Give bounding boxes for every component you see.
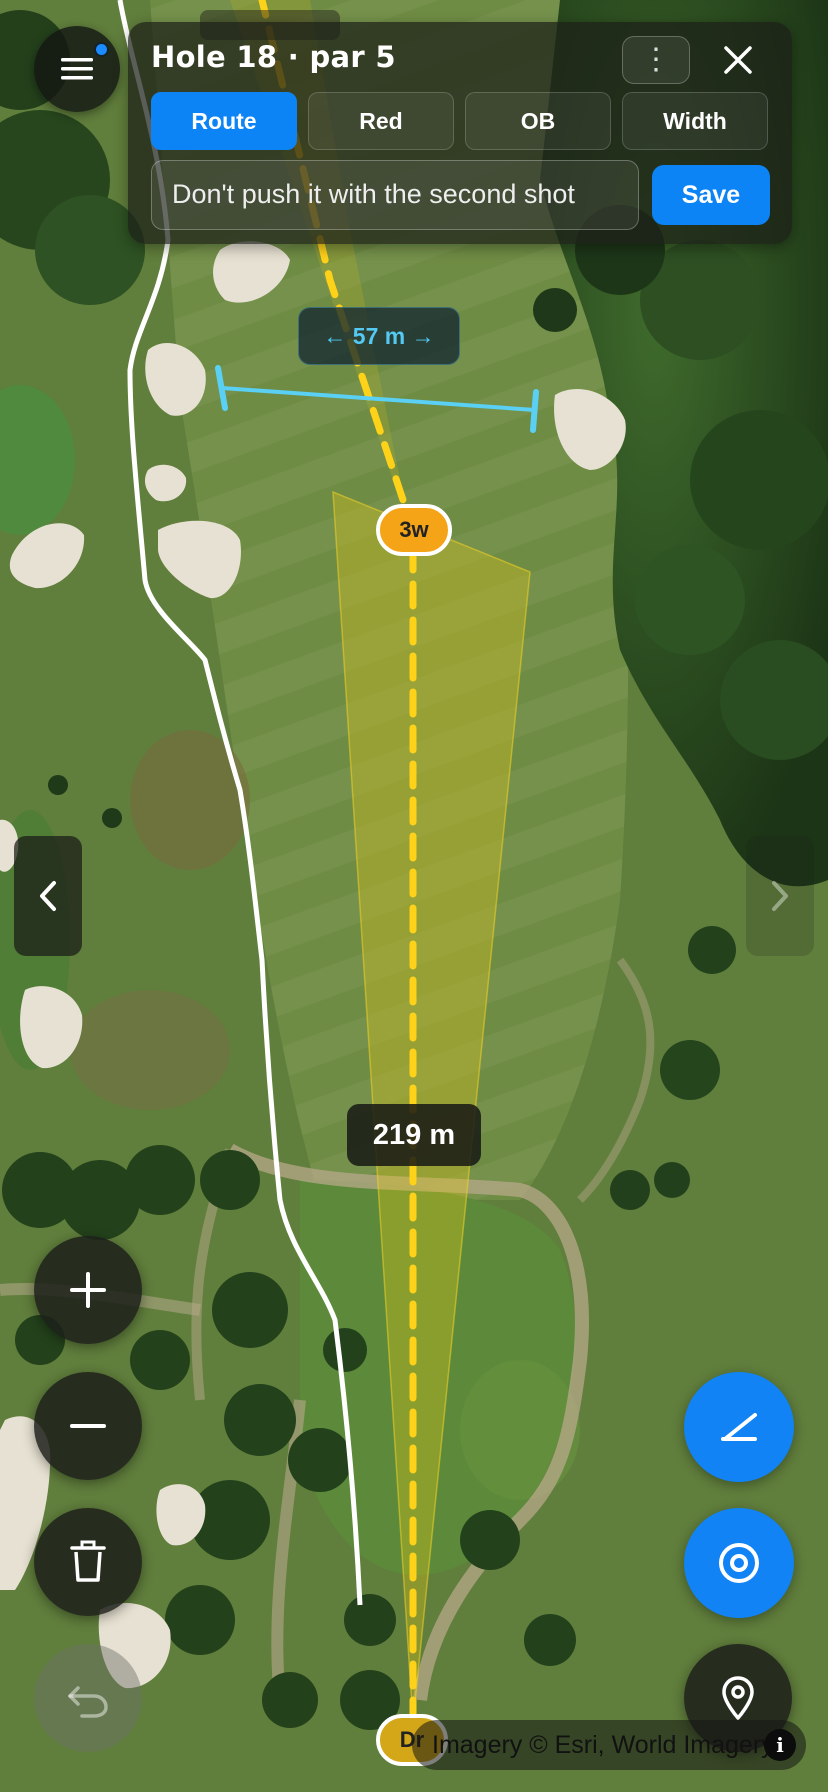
hole-editor-panel: Hole 18 · par 5 ⋮ Route Red OB Width Don… (128, 22, 792, 244)
undo-button[interactable] (34, 1644, 142, 1752)
trash-icon (70, 1540, 106, 1582)
location-pin-icon (722, 1676, 754, 1720)
mode-ob-button[interactable]: OB (465, 92, 611, 150)
zoom-out-button[interactable] (34, 1372, 142, 1480)
chevron-right-icon (772, 881, 788, 911)
save-button[interactable]: Save (652, 165, 770, 225)
target-icon (719, 1543, 759, 1583)
mode-red-button[interactable]: Red (308, 92, 454, 150)
undo-icon (68, 1686, 108, 1718)
hole-note-input[interactable]: Don't push it with the second shot (151, 160, 639, 230)
more-vertical-icon: ⋮ (641, 43, 671, 76)
mode-width-label: Width (663, 107, 727, 134)
attribution-text: Imagery © Esri, World Imagery (432, 1730, 774, 1759)
minus-icon (70, 1424, 106, 1428)
draw-button[interactable] (684, 1372, 794, 1482)
hamburger-menu-icon (61, 58, 93, 80)
fairway-width-label: ← 57 m → (323, 322, 435, 349)
close-icon (724, 46, 752, 74)
zoom-in-button[interactable] (34, 1236, 142, 1344)
mode-red-label: Red (359, 107, 403, 134)
pen-icon (721, 1413, 757, 1441)
menu-button[interactable] (34, 26, 120, 112)
notification-dot (94, 42, 109, 57)
next-hole-button[interactable] (746, 836, 814, 956)
shot-distance-badge: 219 m (347, 1104, 481, 1166)
mode-ob-label: OB (520, 107, 556, 134)
plus-icon (70, 1272, 106, 1308)
mode-route-button[interactable]: Route (151, 92, 297, 150)
fairway-width-badge: ← 57 m → (298, 307, 460, 365)
imagery-attribution: Imagery © Esri, World Imagery (412, 1720, 806, 1770)
target-button[interactable] (684, 1508, 794, 1618)
hole-title: Hole 18 · par 5 (151, 40, 396, 74)
target-club-badge[interactable]: 3w (376, 504, 452, 556)
chevron-left-icon (40, 881, 56, 911)
save-label: Save (681, 180, 741, 209)
info-label: i (776, 1733, 784, 1757)
info-icon[interactable]: i (764, 1729, 796, 1761)
more-options-button[interactable]: ⋮ (622, 36, 690, 84)
mode-width-button[interactable]: Width (622, 92, 768, 150)
mode-route-label: Route (191, 107, 257, 134)
previous-hole-button[interactable] (14, 836, 82, 956)
delete-button[interactable] (34, 1508, 142, 1616)
target-club-label: 3w (399, 517, 429, 542)
close-button[interactable] (714, 36, 762, 84)
shot-distance-label: 219 m (372, 1118, 456, 1151)
